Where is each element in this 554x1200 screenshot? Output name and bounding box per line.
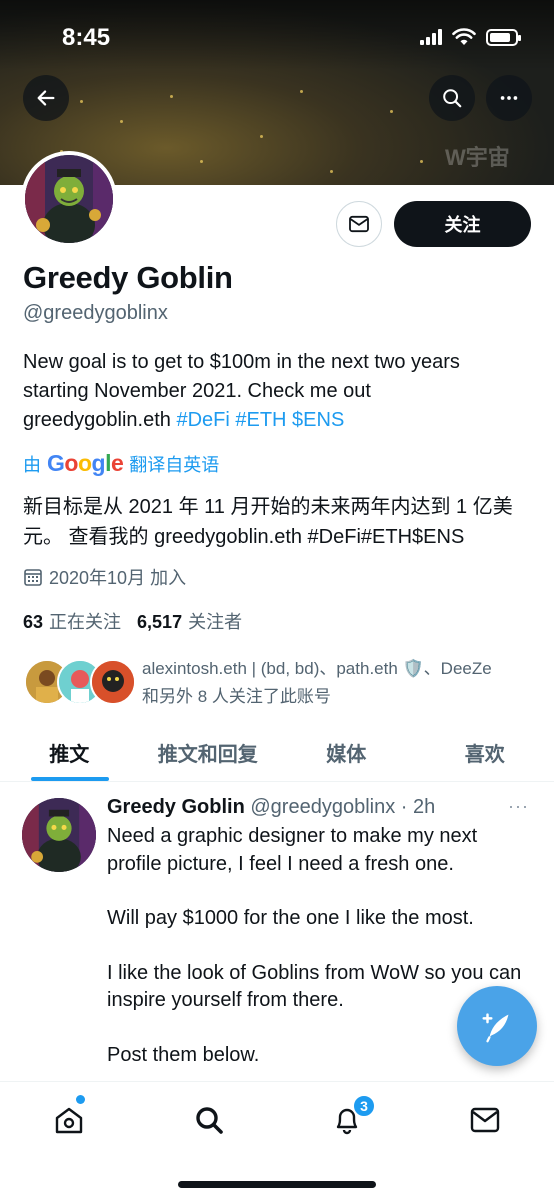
followed-by-text: alexintosh.eth | (bd, bd)、path.eth 🛡️、De… <box>142 659 492 706</box>
profile-handle: @greedygoblinx <box>23 302 168 324</box>
wifi-icon <box>452 28 476 45</box>
banner-speck <box>120 120 123 123</box>
status-icons <box>420 28 521 46</box>
following-link[interactable]: 63 正在关注 <box>23 608 121 634</box>
tab-tweets-replies[interactable]: 推文和回复 <box>139 728 278 781</box>
compose-tweet-button[interactable] <box>457 986 537 1066</box>
banner-watermark: W宇宙 <box>445 145 510 170</box>
calendar-icon <box>24 569 42 586</box>
profile-stats: 63 正在关注 6,517 关注者 <box>23 608 242 634</box>
goblin-avatar-image <box>25 155 113 243</box>
arrow-left-icon <box>37 90 55 106</box>
more-icon <box>500 96 518 100</box>
bio-line: greedygoblin.eth #DeFi #ETH $ENS <box>23 406 533 435</box>
nav-messages[interactable] <box>465 1100 505 1140</box>
status-bar: 8:45 <box>0 0 554 72</box>
banner-speck <box>330 170 333 173</box>
tab-media[interactable]: 媒体 <box>277 728 416 781</box>
banner-speck <box>80 100 83 103</box>
tweet-paragraph: Need a graphic designer to make my next … <box>107 825 478 875</box>
home-new-dot <box>76 1095 85 1104</box>
tweet-handle-time: @greedygoblinx · 2h <box>250 796 436 818</box>
profile-name: Greedy Goblin <box>23 260 233 295</box>
tweet-paragraph: Will pay $1000 for the one I like the mo… <box>107 907 474 929</box>
tweet-author-name[interactable]: Greedy Goblin <box>107 796 245 818</box>
profile-avatar[interactable] <box>21 151 117 247</box>
goblin-avatar-image <box>22 798 96 872</box>
banner-speck <box>420 160 423 163</box>
message-button[interactable] <box>336 201 382 247</box>
search-icon <box>196 1107 223 1134</box>
follower-avatar <box>90 659 136 705</box>
tweet-avatar[interactable] <box>22 798 96 872</box>
home-indicator <box>178 1181 376 1188</box>
followers-link[interactable]: 6,517 关注者 <box>137 608 242 634</box>
followers-you-know[interactable]: alexintosh.eth | (bd, bd)、path.eth 🛡️、De… <box>24 655 534 711</box>
nav-home[interactable] <box>49 1100 89 1140</box>
tweet-text[interactable]: Need a graphic designer to make my next … <box>107 823 527 1096</box>
back-button[interactable] <box>23 75 69 121</box>
translate-prefix: 由 <box>23 454 41 475</box>
bio-link[interactable]: greedygoblin.eth <box>23 409 171 431</box>
home-icon <box>55 1107 83 1134</box>
translate-button[interactable]: 由 Google 翻译自英语 <box>23 450 219 477</box>
tab-tweets[interactable]: 推文 <box>0 728 139 781</box>
banner-speck <box>390 110 393 113</box>
banner-speck <box>200 160 203 163</box>
search-icon <box>443 89 462 108</box>
nav-search[interactable] <box>189 1100 229 1140</box>
battery-icon <box>486 28 521 46</box>
follow-button[interactable]: 关注 <box>394 201 531 247</box>
compose-feather-icon <box>482 1013 509 1043</box>
banner-speck <box>260 135 263 138</box>
profile-bio: New goal is to get to $100m in the next … <box>23 348 533 435</box>
translate-suffix: 翻译自英语 <box>129 454 220 475</box>
envelope-icon <box>349 215 369 233</box>
banner-speck <box>170 95 173 98</box>
joined-date: 2020年10月 加入 <box>23 564 186 590</box>
bio-line: starting November 2021. Check me out <box>23 380 371 402</box>
tweet-more-button[interactable]: ··· <box>508 796 529 817</box>
bio-hashtags[interactable]: #DeFi #ETH $ENS <box>176 409 344 431</box>
tweet-header: Greedy Goblin @greedygoblinx · 2h <box>107 796 435 819</box>
tab-likes[interactable]: 喜欢 <box>416 728 554 781</box>
banner-speck <box>300 90 303 93</box>
signal-icon <box>420 29 442 45</box>
status-time: 8:45 <box>62 24 111 51</box>
search-button[interactable] <box>429 75 475 121</box>
more-button[interactable] <box>486 75 532 121</box>
envelope-icon <box>470 1107 500 1133</box>
notifications-badge: 3 <box>352 1094 376 1118</box>
translated-bio: 新目标是从 2021 年 11 月开始的未来两年内达到 1 亿美元。 查看我的 … <box>23 496 513 548</box>
google-logo: Google <box>47 450 124 476</box>
profile-tabs: 推文 推文和回复 媒体 喜欢 <box>0 728 554 782</box>
joined-text: 2020年10月 加入 <box>49 568 187 588</box>
bio-line: New goal is to get to $100m in the next … <box>23 351 460 373</box>
